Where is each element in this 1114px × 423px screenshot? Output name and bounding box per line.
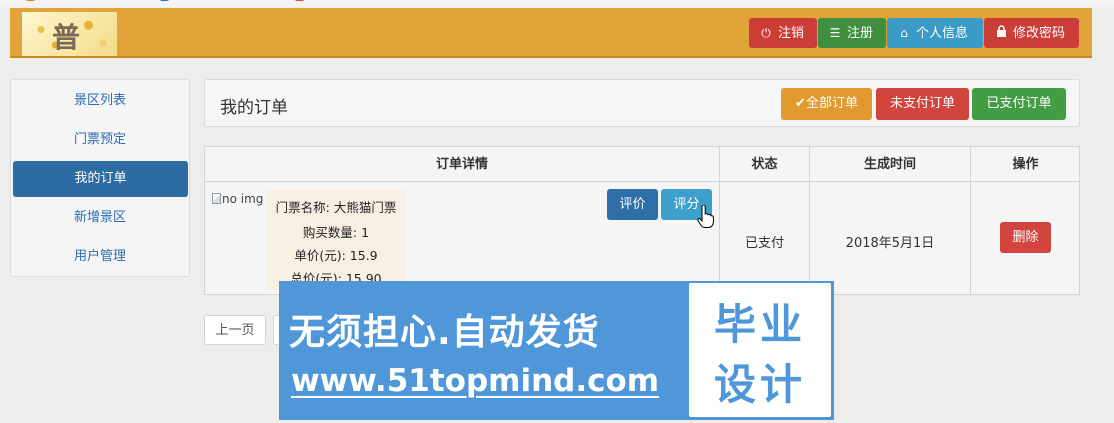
prev-page-button[interactable]: 上一页 [204, 315, 266, 345]
sidebar-item-my-orders[interactable]: 我的订单 [13, 161, 188, 197]
bookmark-favicon [26, 0, 35, 1]
watermark-url: www.51topmind.com [291, 363, 660, 399]
watermark-slogan: 无须担心.自动发货 [289, 312, 600, 353]
column-header-status: 状态 [720, 147, 810, 182]
profile-button[interactable]: ⌂ 个人信息 [887, 18, 983, 48]
order-created-cell: 2018年5月1日 [810, 182, 971, 295]
sidebar-nav: 景区列表 门票预定 我的订单 新增景区 用户管理 [10, 79, 190, 277]
column-header-created: 生成时间 [810, 147, 971, 182]
register-label: 注册 [847, 26, 874, 41]
delete-button[interactable]: 删除 [1000, 222, 1051, 253]
column-header-actions: 操作 [971, 147, 1080, 182]
order-detail-box: 门票名称: 大熊猫门票 购买数量: 1 单价(元): 15.9 总价(元): 1… [267, 190, 405, 290]
check-icon: ✔ [795, 96, 806, 111]
sidebar-item-user-management[interactable]: 用户管理 [12, 239, 188, 275]
orders-title-panel: 我的订单 ✔全部订单 未支付订单 已支付订单 [204, 79, 1080, 127]
all-orders-button[interactable]: ✔全部订单 [781, 88, 872, 120]
ticket-image: no img [212, 192, 263, 206]
ticket-image-alt: no img [222, 192, 264, 206]
bookmarks-bar [0, 0, 1114, 7]
column-header-details: 订单详情 [205, 147, 720, 182]
register-button[interactable]: ☰ 注册 [818, 18, 886, 48]
order-status-cell: 已支付 [720, 182, 810, 295]
sidebar-item-add-scenic[interactable]: 新增景区 [12, 200, 188, 236]
power-icon: ⏻ [761, 26, 771, 40]
logo-glyph: 普 [52, 21, 81, 54]
server-icon: ☰ [829, 26, 841, 40]
orders-table: 订单详情 状态 生成时间 操作 no img 门票名称: 大熊猫门票 购买数量:… [204, 146, 1080, 295]
hand-cursor-icon [697, 205, 714, 228]
watermark-badge-bottom: 设计 [713, 360, 806, 409]
sidebar-item-scenic-list[interactable]: 景区列表 [12, 83, 188, 119]
broken-image-icon [212, 193, 221, 204]
lock-icon [994, 18, 1008, 48]
paid-orders-button[interactable]: 已支付订单 [972, 88, 1066, 120]
order-details-cell: no img 门票名称: 大熊猫门票 购买数量: 1 单价(元): 15.9 总… [205, 182, 720, 295]
change-password-button[interactable]: 修改密码 [984, 18, 1079, 48]
logout-button[interactable]: ⏻ 注销 [749, 18, 817, 48]
logout-label: 注销 [778, 26, 805, 41]
watermark-banner: 无须担心.自动发货 www.51topmind.com 毕业 设计 [279, 281, 834, 420]
top-header: 普 ⏻ 注销 ☰ 注册 ⌂ 个人信息 修改密码 [10, 8, 1092, 58]
watermark-badge: 毕业 设计 [689, 283, 831, 417]
all-orders-label: 全部订单 [805, 96, 858, 111]
ticket-name: 门票名称: 大熊猫门票 [275, 200, 397, 215]
review-button[interactable]: 评价 [607, 189, 658, 220]
watermark-badge-top: 毕业 [713, 300, 806, 349]
change-password-label: 修改密码 [1013, 26, 1066, 41]
unpaid-orders-button[interactable]: 未支付订单 [876, 88, 969, 120]
site-logo[interactable]: 普 [22, 12, 117, 56]
order-status: 已支付 [744, 236, 784, 251]
bookmark-favicon [295, 0, 304, 1]
order-created-date: 2018年5月1日 [845, 236, 935, 251]
ticket-unit-price: 单价(元): 15.9 [294, 248, 378, 263]
order-actions-cell: 删除 [971, 182, 1080, 295]
home-icon: ⌂ [900, 26, 908, 40]
ticket-quantity: 购买数量: 1 [302, 225, 370, 240]
sidebar-item-ticket-booking[interactable]: 门票预定 [12, 122, 188, 158]
page-title: 我的订单 [220, 98, 288, 118]
bookmark-favicon [160, 0, 169, 1]
profile-label: 个人信息 [916, 26, 969, 41]
